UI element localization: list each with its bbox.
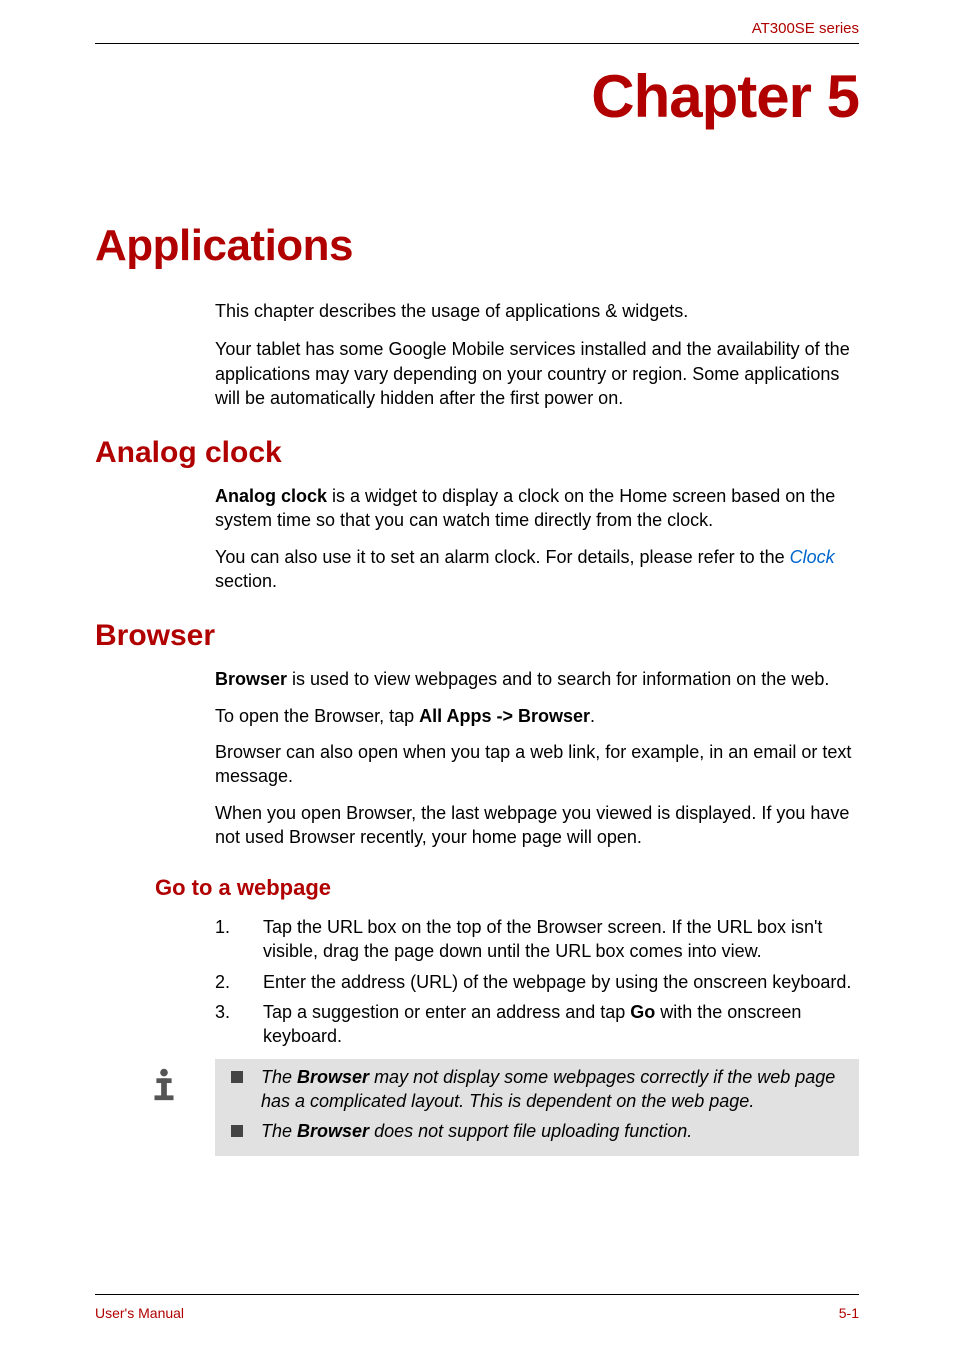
note-item-2: The Browser does not support file upload… [225,1119,849,1143]
browser-paragraph-4: When you open Browser, the last webpage … [215,801,859,850]
footer: User's Manual 5-1 [95,1305,859,1321]
browser-p2-bold: All Apps -> Browser [419,706,590,726]
intro-paragraph-2: Your tablet has some Google Mobile servi… [215,337,859,410]
step-1: Tap the URL box on the top of the Browse… [215,915,859,964]
step-2: Enter the address (URL) of the webpage b… [215,970,859,994]
chapter-label: Chapter 5 [95,62,859,131]
info-icon [145,1065,183,1103]
note2-bold: Browser [297,1121,369,1141]
note-item-1: The Browser may not display some webpage… [225,1065,849,1114]
note1-bold: Browser [297,1067,369,1087]
step-3-bold: Go [630,1002,655,1022]
heading-browser: Browser [95,619,859,653]
clock-link[interactable]: Clock [790,547,835,567]
page-title: Applications [95,221,859,271]
analog-clock-p2-pre: You can also use it to set an alarm cloc… [215,547,790,567]
browser-paragraph-2: To open the Browser, tap All Apps -> Bro… [215,704,859,728]
header-divider [95,43,859,44]
analog-clock-bold: Analog clock [215,486,327,506]
browser-p1-bold: Browser [215,669,287,689]
browser-p2-pre: To open the Browser, tap [215,706,419,726]
footer-divider [95,1294,859,1295]
goto-webpage-steps: Tap the URL box on the top of the Browse… [215,915,859,1048]
browser-paragraph-1: Browser is used to view webpages and to … [215,667,859,691]
heading-analog-clock: Analog clock [95,436,859,470]
browser-p2-post: . [590,706,595,726]
header-series-text: AT300SE series [752,20,859,37]
note-box: The Browser may not display some webpage… [215,1059,859,1156]
heading-goto-webpage: Go to a webpage [155,875,859,901]
note2-post: does not support file uploading function… [369,1121,692,1141]
browser-paragraph-3: Browser can also open when you tap a web… [215,740,859,789]
step-3: Tap a suggestion or enter an address and… [215,1000,859,1049]
browser-p1-rest: is used to view webpages and to search f… [287,669,829,689]
analog-clock-p2-post: section. [215,571,277,591]
step-3-pre: Tap a suggestion or enter an address and… [263,1002,630,1022]
analog-clock-paragraph-1: Analog clock is a widget to display a cl… [215,484,859,533]
footer-left: User's Manual [95,1305,184,1321]
note1-pre: The [261,1067,297,1087]
intro-paragraph-1: This chapter describes the usage of appl… [215,299,859,323]
header-series: AT300SE series [95,20,859,43]
analog-clock-paragraph-2: You can also use it to set an alarm cloc… [215,545,859,594]
footer-right: 5-1 [839,1305,859,1321]
note2-pre: The [261,1121,297,1141]
